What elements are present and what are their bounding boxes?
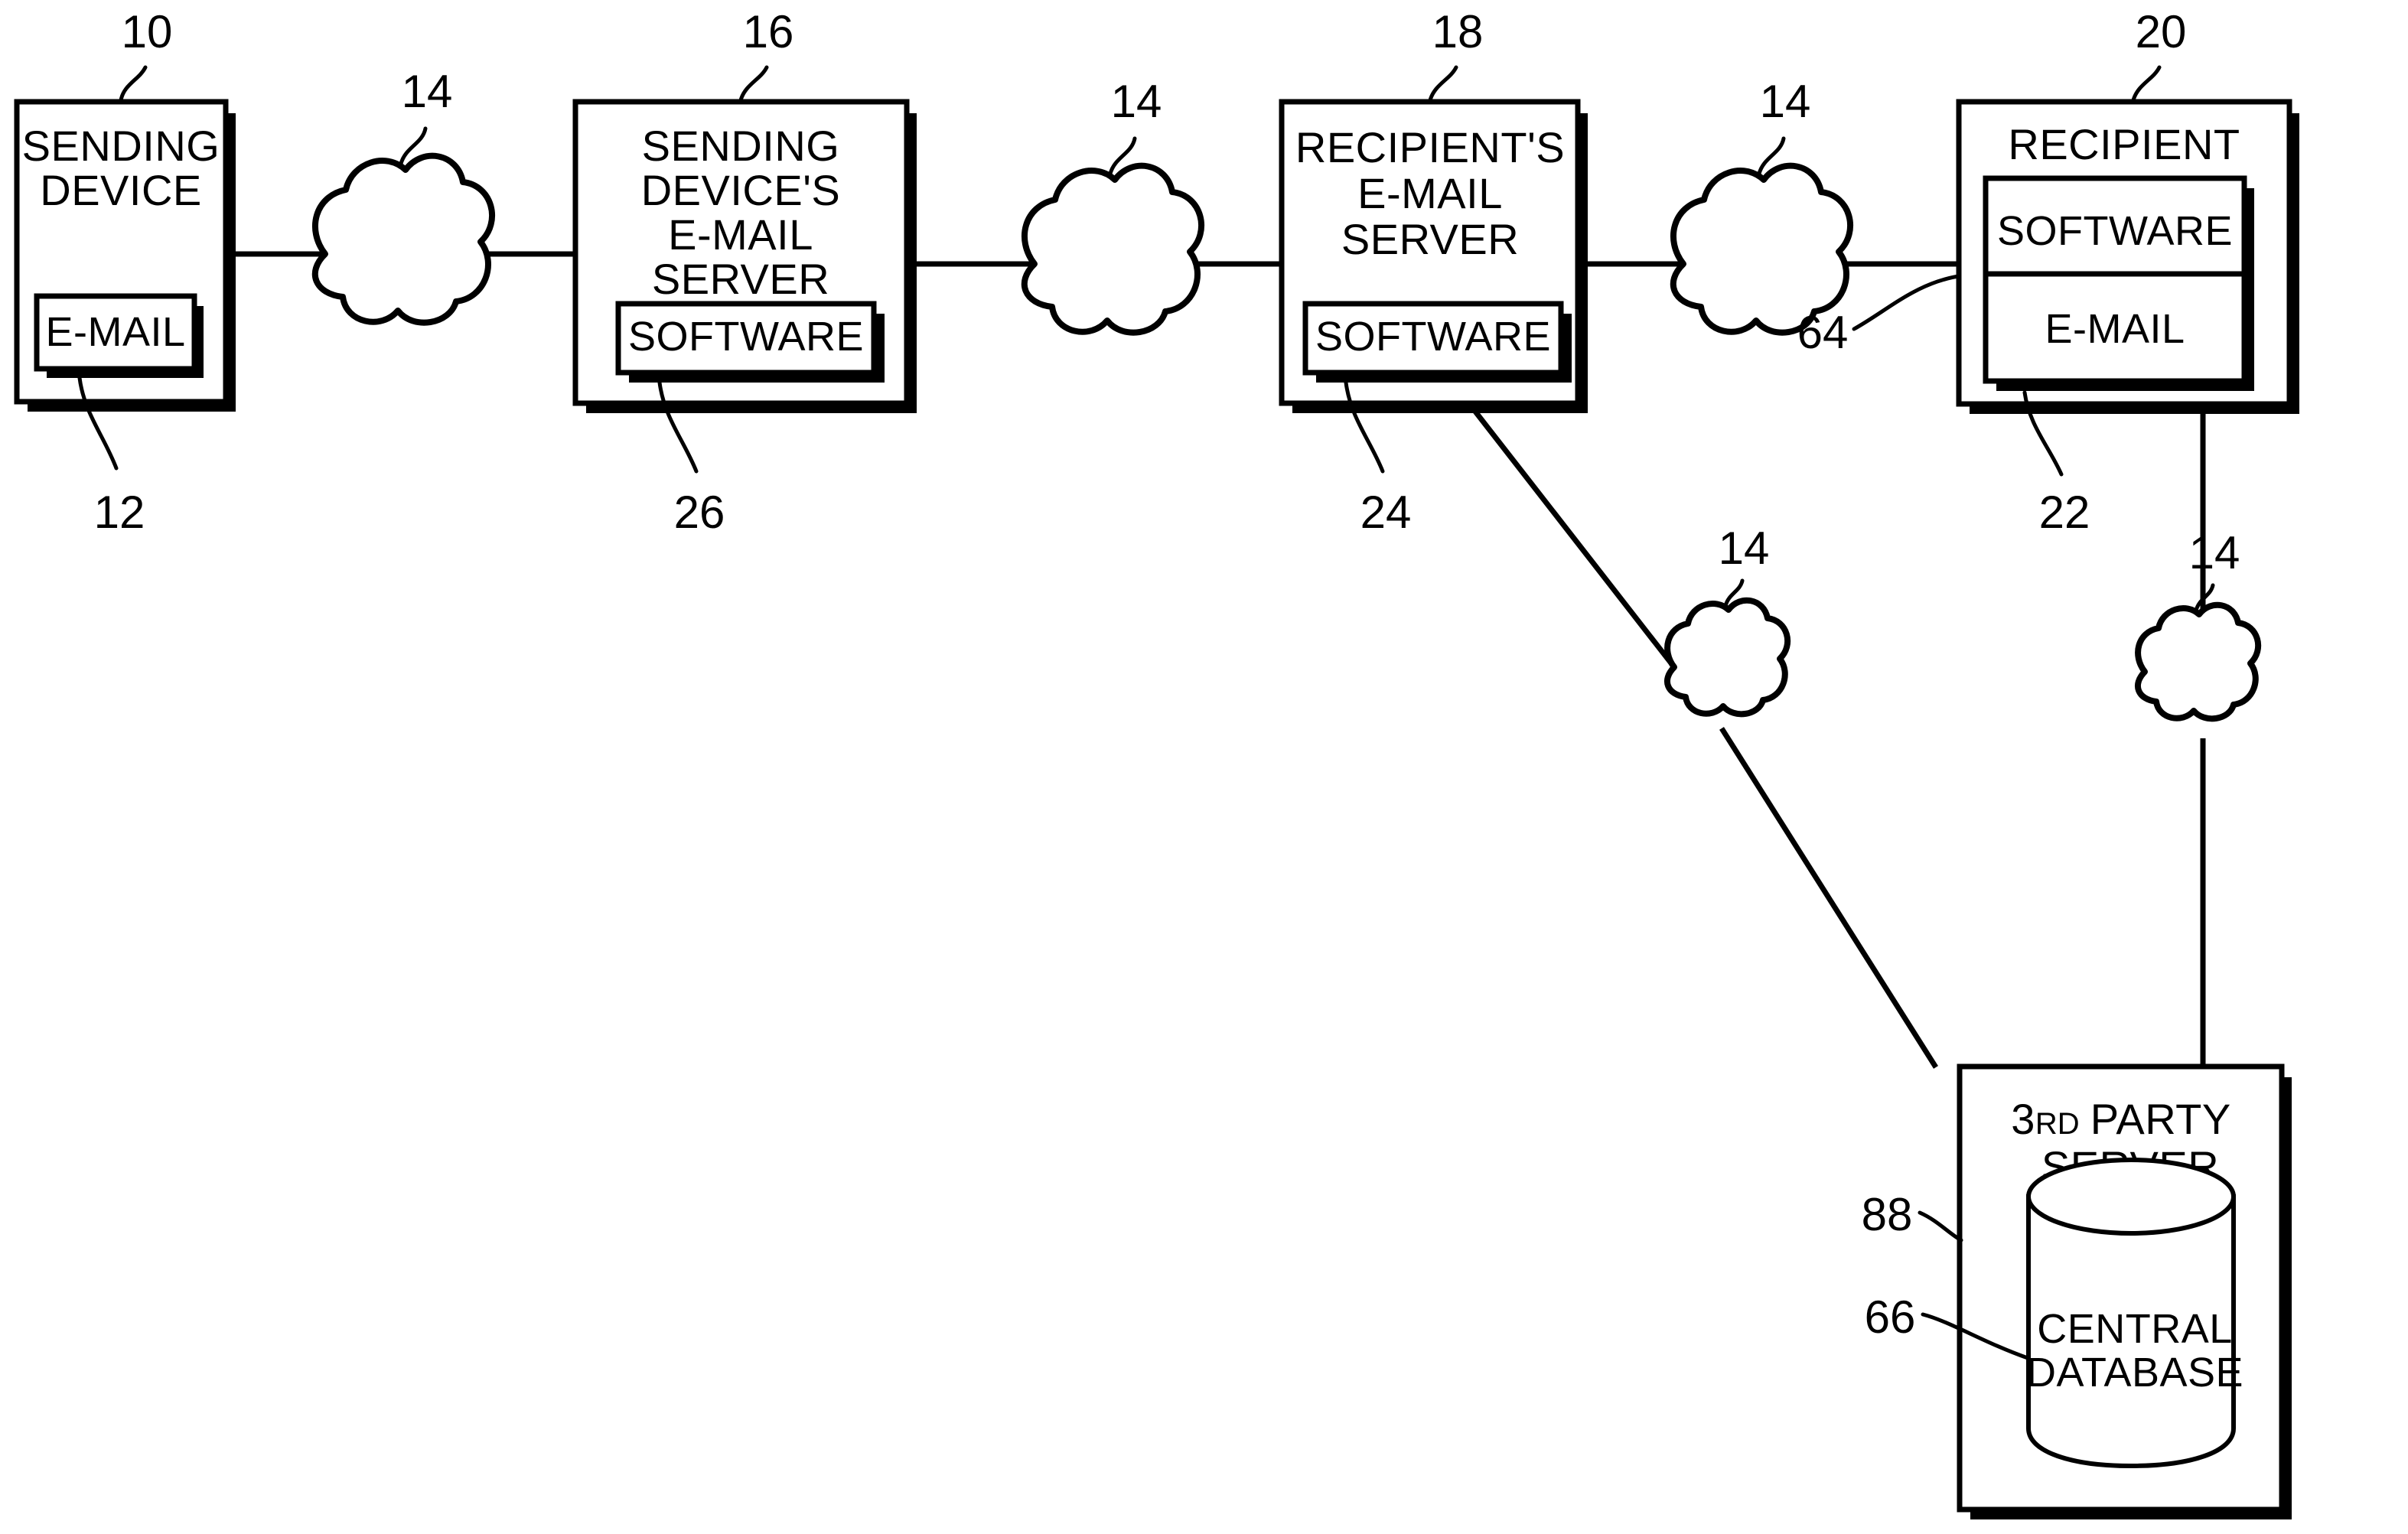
ref-88-group: 88: [1862, 1189, 1963, 1243]
recipient-server-software-label: SOFTWARE: [1315, 314, 1551, 360]
sending-device-title-line2: DEVICE: [40, 166, 202, 214]
cloud-4-shape: [1664, 597, 1791, 718]
sending-device-email-label: E-MAIL: [45, 309, 185, 355]
database-label-line1: CENTRAL: [2037, 1306, 2233, 1352]
recipient-email-label: E-MAIL: [2045, 306, 2185, 352]
node-third-party-server[interactable]: 3RDPARTY SERVER CENTRAL DATABASE: [1957, 1063, 2292, 1519]
sending-server-title-line3: E-MAIL: [668, 210, 813, 259]
network-cloud-4: 14: [1664, 523, 1791, 718]
ref-20-group: 20: [2131, 6, 2187, 103]
ref-18-label: 18: [1432, 6, 1484, 57]
ref-10-label: 10: [122, 6, 173, 57]
cloud-2-shape: [1021, 162, 1204, 336]
ref-22-group: 22: [2022, 390, 2090, 538]
ref-26-label: 26: [674, 487, 725, 538]
ref-18-leader: [1428, 65, 1458, 103]
ref-64-label: 64: [1797, 307, 1849, 358]
node-recipient[interactable]: RECIPIENT SOFTWARE E-MAIL: [1956, 99, 2299, 414]
node-sending-device[interactable]: SENDING DEVICE E-MAIL: [14, 99, 236, 412]
ref-20-label: 20: [2136, 6, 2187, 57]
ref-88-label: 88: [1862, 1189, 1913, 1240]
sending-device-title-line1: SENDING: [22, 122, 220, 170]
patent-figure-canvas: SENDING DEVICE E-MAIL 10 12 14 SENDING D…: [0, 0, 2408, 1534]
diagram-svg: SENDING DEVICE E-MAIL 10 12 14 SENDING D…: [14, 6, 2299, 1519]
network-cloud-1: 14: [311, 66, 495, 326]
ref-14-cloud5-label: 14: [2189, 527, 2240, 578]
ref-16-leader: [738, 65, 769, 103]
ref-16-label: 16: [743, 6, 794, 57]
ref-64-leader: [1852, 273, 1966, 331]
recipient-server-title-line1: RECIPIENT'S: [1295, 123, 1565, 171]
ref-14-cloud4-label: 14: [1719, 523, 1770, 574]
link-cloud4-to-3rd-party: [1719, 727, 1938, 1069]
ref-14-cloud3-label: 14: [1760, 76, 1811, 127]
ref-20-leader: [2131, 65, 2162, 103]
third-party-title-number: 3: [2011, 1095, 2035, 1143]
database-label-line2: DATABASE: [2026, 1350, 2243, 1396]
cloud-5-shape: [2135, 601, 2262, 722]
node-sending-device-email-server[interactable]: SENDING DEVICE'S E-MAIL SERVER SOFTWARE: [572, 99, 917, 413]
network-cloud-3: 14: [1670, 76, 1853, 336]
ref-10-leader: [119, 65, 148, 103]
recipient-server-title-line2: E-MAIL: [1357, 169, 1503, 217]
sending-server-software-label: SOFTWARE: [628, 314, 864, 360]
recipient-server-title-line3: SERVER: [1341, 215, 1519, 263]
third-party-title-ordinal: RD: [2035, 1107, 2080, 1141]
sending-server-title-line1: SENDING: [642, 122, 840, 170]
ref-16-group: 16: [738, 6, 794, 103]
ref-14-cloud1-label: 14: [402, 66, 453, 117]
connection-lines: [226, 251, 2206, 1069]
third-party-title-word: PARTY: [2090, 1095, 2231, 1143]
sending-server-title-line4: SERVER: [652, 255, 829, 303]
ref-10-group: 10: [119, 6, 173, 103]
ref-88-leader: [1918, 1210, 1963, 1243]
ref-18-group: 18: [1428, 6, 1484, 103]
ref-24-label: 24: [1360, 487, 1412, 538]
network-cloud-2: 14: [1021, 76, 1204, 336]
central-database-cylinder[interactable]: CENTRAL DATABASE: [2026, 1158, 2243, 1469]
ref-12-label: 12: [94, 487, 145, 538]
database-top-ellipse: [2026, 1158, 2236, 1236]
network-cloud-5: 14: [2135, 527, 2262, 722]
ref-66-label: 66: [1865, 1291, 1916, 1343]
link-server2-to-cloud4: [1465, 399, 1676, 669]
ref-14-cloud2-label: 14: [1111, 76, 1162, 127]
ref-22-label: 22: [2039, 487, 2090, 538]
sending-server-title-line2: DEVICE'S: [641, 166, 841, 214]
recipient-title: RECIPIENT: [2008, 120, 2240, 168]
cloud-1-shape: [311, 152, 495, 326]
recipient-software-label: SOFTWARE: [1997, 208, 2233, 254]
node-recipient-email-server[interactable]: RECIPIENT'S E-MAIL SERVER SOFTWARE: [1279, 99, 1588, 413]
